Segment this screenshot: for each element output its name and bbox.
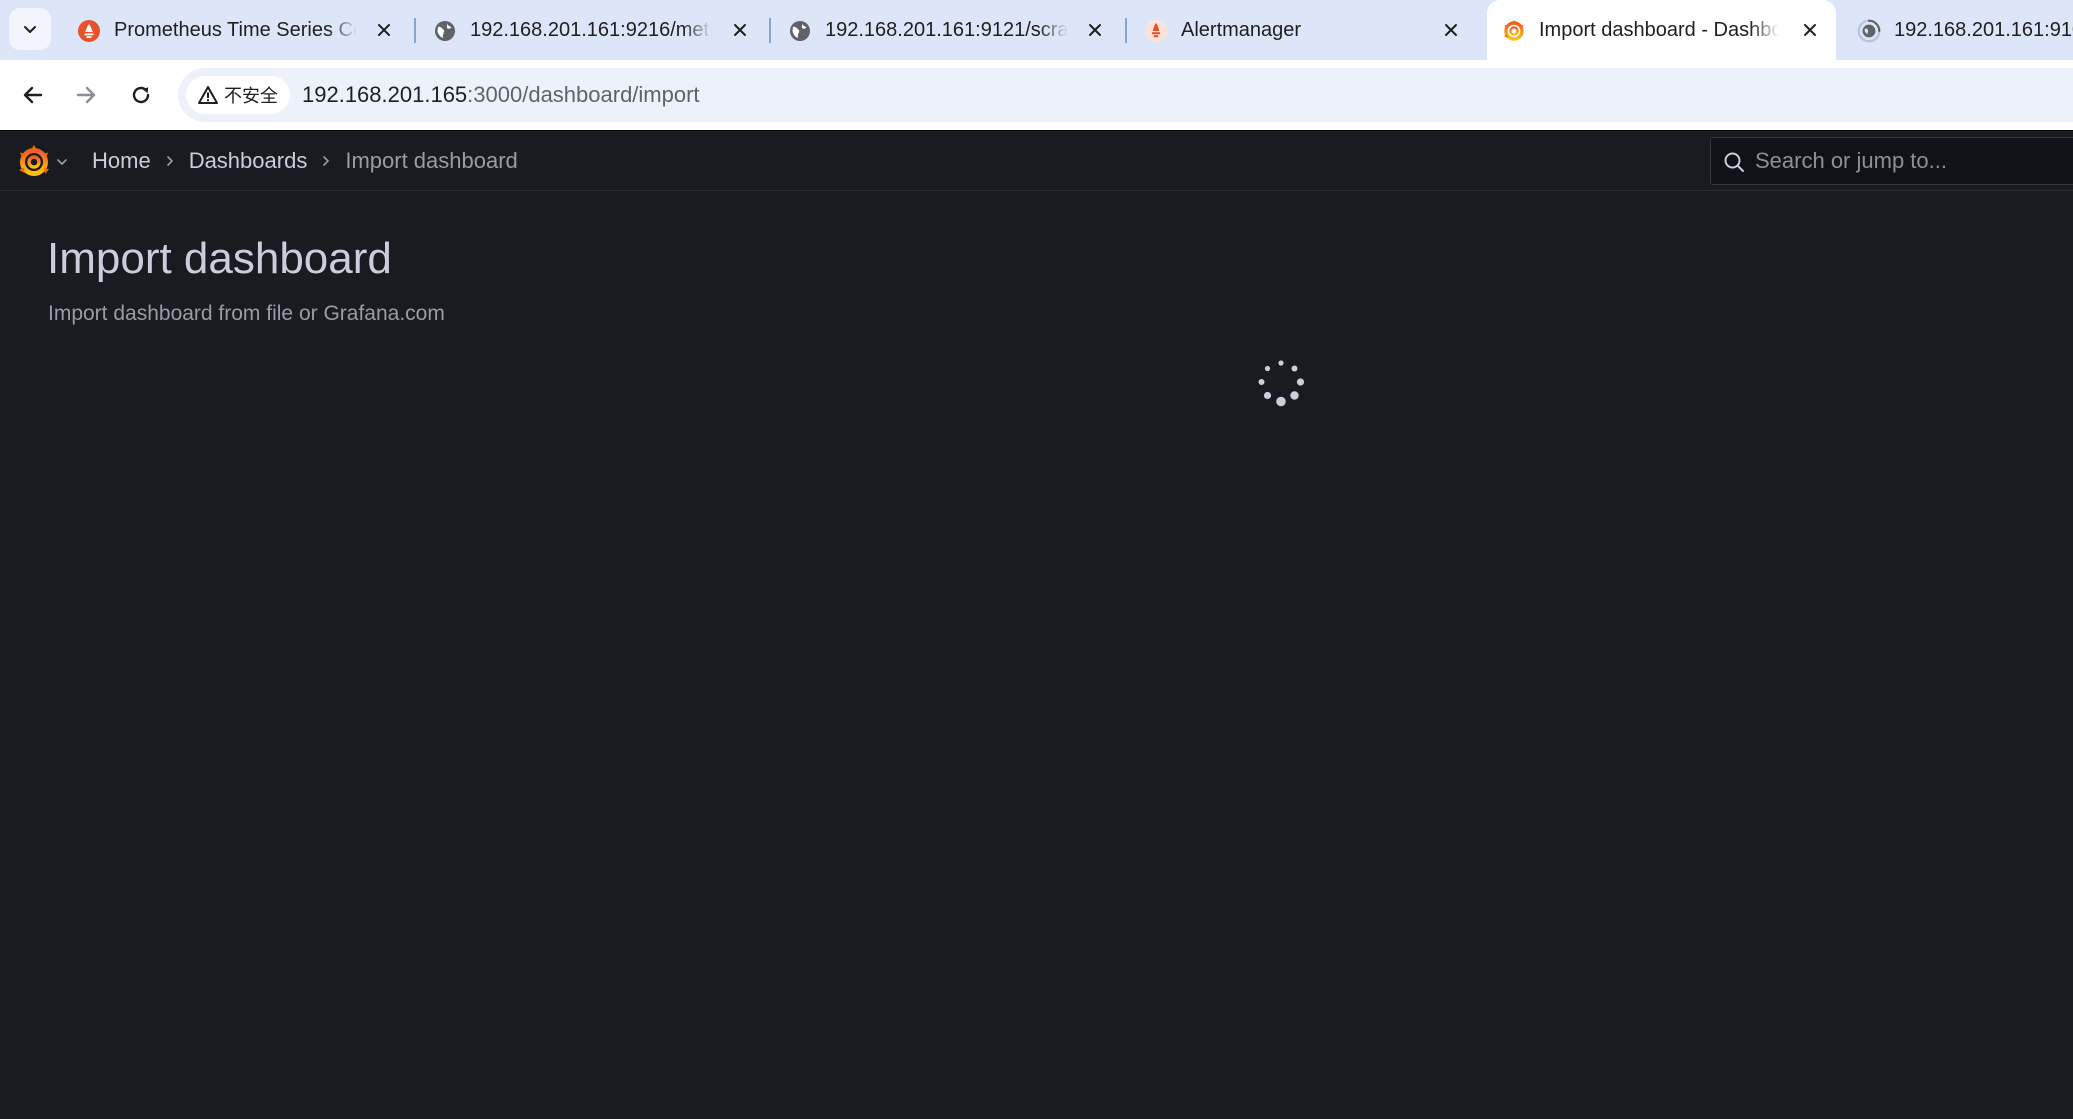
chevron-down-icon[interactable] [55,155,69,169]
chevron-down-icon [24,26,36,33]
prometheus-icon [77,19,101,43]
close-icon[interactable] [1082,17,1108,43]
search-placeholder: Search or jump to... [1755,148,1947,173]
tab-separator [769,18,771,43]
url-path: :3000/dashboard/import [467,82,700,107]
tab-title: 192.168.201.161:9121/scrape [825,19,1068,41]
forward-button[interactable] [67,76,105,114]
browser-tab[interactable]: Alertmanager [1129,0,1481,60]
grafana-top-bar: Home Dashboards Import dashboard Search … [0,130,2073,191]
close-icon[interactable] [1797,17,1823,43]
tab-title: Alertmanager [1181,19,1302,41]
page-title: Import dashboard [47,234,392,283]
breadcrumb-home[interactable]: Home [92,148,151,174]
browser-tab[interactable]: 192.168.201.161:9121/scrape [773,0,1125,60]
browser-toolbar: 不安全 192.168.201.165:3000/dashboard/impor… [0,60,2073,130]
globe-icon [788,19,812,43]
page-subtitle: Import dashboard from file or Grafana.co… [48,302,445,325]
url-text[interactable]: 192.168.201.165:3000/dashboard/import [302,68,700,122]
tab-search-button[interactable] [9,8,51,50]
close-icon[interactable] [1438,17,1464,43]
search-icon [1724,152,1744,172]
browser-tab-active[interactable]: Import dashboard - Dashboards - Grafana [1487,0,1836,60]
breadcrumb: Home Dashboards Import dashboard [92,131,518,191]
close-icon[interactable] [727,17,753,43]
loading-globe-icon [1857,19,1881,43]
warning-icon [198,86,218,104]
browser-tab-strip: Prometheus Time Series Collection and Pr… [0,0,2073,60]
loading-spinner-icon [1254,356,1308,410]
tab-title: 192.168.201.161:9216/metrics [470,19,712,41]
back-button[interactable] [14,76,52,114]
tab-separator [1125,18,1127,43]
grafana-icon [1502,19,1526,43]
chevron-right-icon [151,151,189,171]
reload-button[interactable] [122,76,160,114]
address-bar[interactable]: 不安全 192.168.201.165:3000/dashboard/impor… [178,68,2073,122]
alertmanager-icon [1144,19,1168,43]
grafana-logo-icon[interactable] [16,144,52,180]
browser-tab[interactable]: 192.168.201.161:9216/metrics [418,0,769,60]
tab-title: Import dashboard - Dashboards - Grafana [1539,19,1779,41]
breadcrumb-current: Import dashboard [345,148,518,173]
globe-icon [433,19,457,43]
url-host: 192.168.201.165 [302,82,468,107]
breadcrumb-dashboards[interactable]: Dashboards [189,148,308,174]
reload-icon [132,86,150,104]
tab-title: Prometheus Time Series Collection and Pr… [114,19,357,41]
browser-tab[interactable]: Prometheus Time Series Collection and Pr… [62,0,414,60]
tab-title: 192.168.201.161:9104 [1894,19,2073,41]
tab-separator [414,18,416,43]
search-input[interactable]: Search or jump to... [1710,137,2073,185]
browser-tab[interactable]: 192.168.201.161:9104 [1842,0,2073,60]
chevron-right-icon [307,151,345,171]
arrow-left-icon [23,86,43,104]
site-security-chip[interactable]: 不安全 [186,76,290,114]
arrow-right-icon [76,86,96,104]
close-icon[interactable] [371,17,397,43]
security-label: 不安全 [224,86,278,106]
